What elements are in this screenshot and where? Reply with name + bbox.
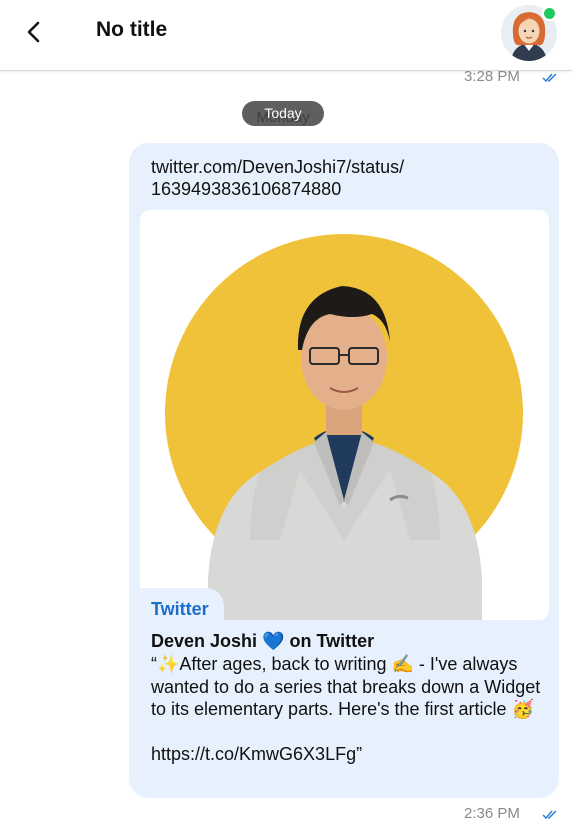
date-separator-label: Today [264,105,302,121]
read-receipt-icon [542,810,557,820]
back-button[interactable] [18,15,52,49]
message-link-line[interactable]: twitter.com/DevenJoshi7/status/ 16394938… [151,157,404,199]
preview-title[interactable]: Deven Joshi 💙 on Twitter [151,631,374,652]
link-preview-image[interactable] [140,210,549,620]
chat-title: No title [96,18,168,41]
message-time: 3:28 PM [464,68,520,85]
read-receipt-icon [542,73,557,83]
preview-description: “✨After ages, back to writing ✍️ - I've … [151,654,541,764]
message-bubble[interactable]: twitter.com/DevenJoshi7/status/ 16394938… [129,143,559,798]
preview-site-name[interactable]: Twitter [151,599,209,620]
profile-photo [140,210,549,620]
message-time: 2:36 PM [464,805,520,822]
message-link-text[interactable]: twitter.com/DevenJoshi7/status/ 16394938… [151,156,404,200]
chevron-left-icon [27,21,40,43]
date-separator: Monday Today [242,101,324,126]
online-status-dot [542,6,557,21]
chat-header: No title [0,0,572,71]
